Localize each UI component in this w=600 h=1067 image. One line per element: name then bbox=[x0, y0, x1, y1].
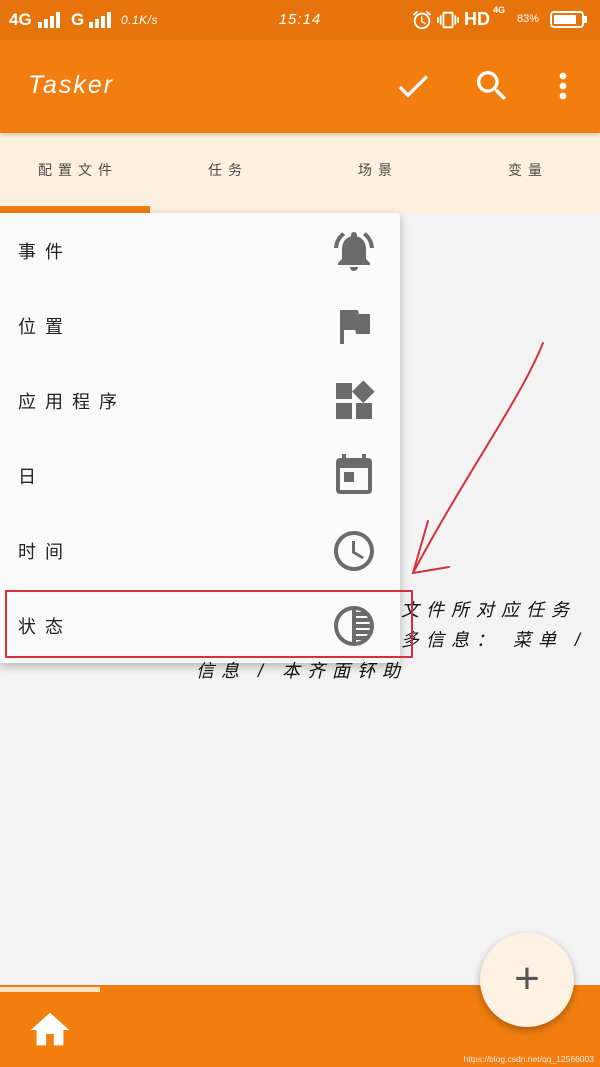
annotation-line: 文件所对应任务 bbox=[401, 600, 576, 620]
tab-label: 场景 bbox=[358, 162, 398, 178]
confirm-button[interactable] bbox=[393, 66, 433, 106]
signal-bar bbox=[101, 16, 105, 28]
tab-bar: 配置文件 任务 场景 变量 bbox=[0, 133, 600, 213]
menu-item-label: 应用程序 bbox=[18, 391, 126, 412]
add-fab-button[interactable]: + bbox=[480, 933, 574, 1027]
menu-item-day[interactable]: 日 bbox=[0, 438, 400, 513]
home-icon[interactable] bbox=[27, 1007, 73, 1053]
annotation-line: 信息 / 本齐面钚助 bbox=[196, 661, 408, 681]
status-bar: 4G G 0.1K/s 15:14 HD 4G 83% bbox=[0, 0, 600, 40]
check-icon[interactable] bbox=[393, 66, 433, 106]
menu-item-label: 事件 bbox=[18, 241, 72, 262]
apps-icon bbox=[336, 379, 375, 419]
tab-scenes[interactable]: 场景 bbox=[300, 133, 450, 213]
battery-level bbox=[554, 15, 576, 24]
overflow-menu-button[interactable] bbox=[543, 66, 583, 106]
menu-item-application[interactable]: 应用程序 bbox=[0, 363, 400, 438]
tab-tasks[interactable]: 任务 bbox=[150, 133, 300, 213]
annotation-highlight-box bbox=[5, 590, 413, 658]
menu-item-location[interactable]: 位置 bbox=[0, 288, 400, 363]
menu-item-label: 时间 bbox=[18, 541, 72, 562]
search-button[interactable] bbox=[472, 66, 512, 106]
plus-icon[interactable]: + bbox=[514, 956, 540, 1001]
menu-item-label: 位置 bbox=[18, 316, 72, 337]
search-icon[interactable] bbox=[472, 66, 512, 106]
more-vert-icon[interactable] bbox=[543, 66, 583, 106]
signal-bars-1 bbox=[38, 12, 60, 28]
signal-bar bbox=[95, 19, 99, 28]
clock-time: 15:14 bbox=[278, 11, 322, 28]
menu-item-time[interactable]: 时间 bbox=[0, 513, 400, 588]
battery-icon bbox=[550, 11, 587, 28]
vibrate-icon bbox=[437, 11, 459, 29]
app-title: Tasker bbox=[28, 71, 115, 99]
signal-bar bbox=[89, 22, 93, 28]
app-bar: Tasker bbox=[0, 40, 600, 133]
battery-percent: 83% bbox=[517, 13, 540, 25]
signal-bar bbox=[56, 12, 60, 28]
bell-icon bbox=[334, 231, 374, 271]
menu-item-event[interactable]: 事件 bbox=[0, 213, 400, 288]
flag-icon bbox=[340, 309, 370, 344]
tab-profiles[interactable]: 配置文件 bbox=[0, 133, 150, 213]
clock-icon bbox=[334, 530, 374, 571]
tab-label: 配置文件 bbox=[38, 162, 118, 178]
tab-label: 任务 bbox=[208, 162, 248, 178]
arrow-head bbox=[411, 520, 450, 575]
signal-bar bbox=[44, 19, 48, 28]
alarm-icon bbox=[412, 10, 432, 30]
signal-bar bbox=[38, 22, 42, 28]
arrow-shaft bbox=[412, 342, 544, 574]
network-type-small: 4G bbox=[493, 5, 506, 15]
network-type-2: G bbox=[71, 10, 85, 29]
tab-label: 变量 bbox=[508, 162, 548, 178]
calendar-icon bbox=[336, 453, 372, 494]
active-tab-indicator bbox=[0, 206, 150, 213]
annotation-line: 多信息： 菜单 / bbox=[401, 630, 588, 650]
menu-item-label: 日 bbox=[18, 466, 45, 487]
hd-voice-indicator: HD bbox=[464, 9, 490, 29]
signal-bar bbox=[50, 16, 54, 28]
network-speed: 0.1K/s bbox=[121, 13, 159, 27]
signal-bars-2 bbox=[89, 12, 111, 28]
signal-bar bbox=[107, 12, 111, 28]
network-type-1: 4G bbox=[9, 10, 32, 29]
watermark: https://blog.csdn.net/qq_12566003 bbox=[463, 1054, 594, 1064]
bottom-indicator bbox=[0, 987, 100, 992]
tab-variables[interactable]: 变量 bbox=[450, 133, 600, 213]
